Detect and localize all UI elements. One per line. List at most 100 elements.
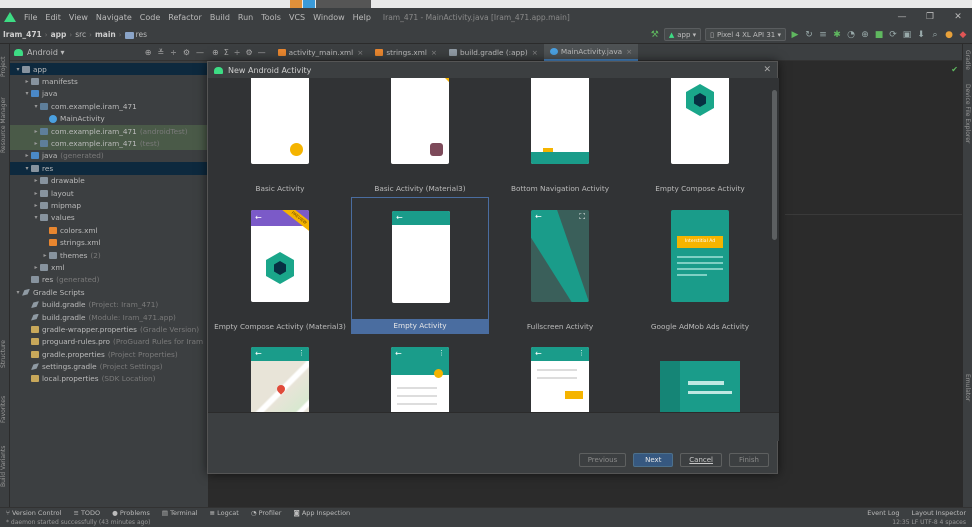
close-tab-icon[interactable]: × (357, 48, 363, 57)
chevron-down-icon[interactable]: ▾ (32, 214, 40, 221)
run-icon[interactable]: ▶ (790, 30, 800, 40)
tree-item[interactable]: proguard-rules.pro (ProGuard Rules for Ir… (10, 336, 208, 348)
tree-item[interactable]: ▾ com.example.iram_471 (10, 100, 208, 112)
tree-item[interactable]: strings.xml (10, 236, 208, 248)
menu-build[interactable]: Build (206, 13, 234, 22)
menu-code[interactable]: Code (136, 13, 164, 22)
menu-help[interactable]: Help (349, 13, 375, 22)
toolwindow-problems[interactable]: ● Problems (106, 509, 156, 517)
template-master-detail-flow[interactable]: ← ⋮ (491, 334, 629, 412)
tree-item[interactable]: ▸ xml (10, 261, 208, 273)
tree-item[interactable]: build.gradle (Module: Iram_471.app) (10, 311, 208, 323)
tool-tab-resource-manager[interactable]: Resource Manager (0, 90, 10, 160)
gallery-scrollbar[interactable] (772, 90, 777, 240)
hide-icon[interactable]: — (258, 48, 266, 57)
target-icon[interactable]: ⊕ (212, 48, 219, 57)
tree-item[interactable]: gradle.properties (Project Properties) (10, 348, 208, 360)
stop-icon[interactable]: ■ (874, 30, 884, 40)
tree-item[interactable]: settings.gradle (Project Settings) (10, 360, 208, 372)
editor-tab[interactable]: activity_main.xml × (272, 44, 370, 61)
breadcrumb-main[interactable]: main (92, 30, 119, 39)
tree-item[interactable]: ▸ mipmap (10, 199, 208, 211)
chevron-down-icon[interactable]: ▾ (32, 103, 40, 110)
tree-item[interactable]: ▾ Gradle Scripts (10, 286, 208, 298)
breadcrumb-src[interactable]: src (72, 30, 89, 39)
template-empty-compose-activity[interactable]: Empty Compose Activity (631, 78, 769, 196)
template-login-activity[interactable]: ← ⋮ (351, 334, 489, 412)
menu-navigate[interactable]: Navigate (92, 13, 136, 22)
tree-item[interactable]: gradle-wrapper.properties (Gradle Version… (10, 323, 208, 335)
expand-icon[interactable]: ÷ (170, 48, 177, 57)
breadcrumb-project[interactable]: Iram_471 (0, 30, 45, 39)
next-button[interactable]: Next (633, 453, 674, 467)
tool-tab-gradle[interactable]: Gradle (964, 50, 971, 70)
tool-tab-emulator[interactable]: Emulator (964, 374, 971, 401)
template-fullscreen-activity[interactable]: ← ⛶ Fullscreen Activity (491, 197, 629, 334)
finish-button[interactable]: Finish (729, 453, 769, 467)
chevron-right-icon[interactable]: ▸ (23, 152, 31, 159)
template-google-maps-activity[interactable]: ← ⋮ (211, 334, 349, 412)
maximize-icon[interactable]: ❐ (916, 12, 944, 22)
close-window-icon[interactable]: ✕ (944, 12, 972, 22)
tree-item[interactable]: ▾ res (10, 162, 208, 175)
close-icon[interactable]: ✕ (763, 65, 771, 75)
menu-view[interactable]: View (65, 13, 92, 22)
tree-item[interactable]: colors.xml (10, 224, 208, 236)
debug-icon[interactable]: ✱ (832, 30, 842, 40)
sync-gradle-icon[interactable]: ⟳ (888, 30, 898, 40)
tree-item[interactable]: ▸ drawable (10, 175, 208, 187)
toolwindow-version-control[interactable]: ⑂ Version Control (0, 509, 67, 517)
hide-icon[interactable]: — (196, 48, 204, 57)
tree-item[interactable]: MainActivity (10, 113, 208, 125)
tool-tab-project[interactable]: Project (0, 48, 10, 86)
chevron-down-icon[interactable]: ▾ (23, 165, 31, 172)
template-google-admob-ads-activity[interactable]: Interstitial Ad Google AdMob Ads Activity (631, 197, 769, 334)
template-basic-activity[interactable]: Basic Activity (211, 78, 349, 196)
menu-run[interactable]: Run (234, 13, 257, 22)
minimize-icon[interactable]: — (888, 12, 916, 22)
device-manager-icon[interactable]: ▣ (902, 30, 912, 40)
toolwindow-layout-inspector[interactable]: Layout Inspector (906, 509, 972, 517)
cancel-button[interactable]: Cancel (680, 453, 722, 467)
tree-item[interactable]: ▸ manifests (10, 75, 208, 87)
search-icon[interactable]: ⌕ (930, 30, 940, 40)
menu-tools[interactable]: Tools (257, 13, 285, 22)
chevron-down-icon[interactable]: ▾ (14, 289, 22, 296)
collapse-all-icon[interactable]: ≚ (157, 48, 164, 57)
toolwindow-app-inspection[interactable]: ◙ App Inspection (287, 509, 356, 517)
tree-item[interactable]: ▸ com.example.iram_471 (test) (10, 137, 208, 150)
chevron-right-icon[interactable]: ▸ (32, 140, 40, 147)
tree-item[interactable]: ▾ app (10, 63, 208, 76)
tree-item[interactable]: local.properties (SDK Location) (10, 373, 208, 385)
close-tab-icon[interactable]: × (532, 48, 538, 57)
menu-window[interactable]: Window (309, 13, 349, 22)
editor-tab[interactable]: strings.xml × (369, 44, 443, 61)
tree-item[interactable]: ▾ values (10, 212, 208, 224)
run-config-select[interactable]: ▲ app ▾ (663, 28, 702, 41)
tree-item[interactable]: build.gradle (Project: Iram_471) (10, 298, 208, 310)
editor-tab[interactable]: build.gradle (:app) × (443, 44, 544, 61)
tool-tab-structure[interactable]: Structure (0, 334, 10, 374)
menu-refactor[interactable]: Refactor (164, 13, 206, 22)
breadcrumb-app[interactable]: app (48, 30, 70, 39)
updates-icon[interactable]: ● (944, 30, 954, 40)
toolwindow-terminal[interactable]: ▤ Terminal (156, 509, 204, 517)
tool-tab-favorites[interactable]: Favorites (0, 389, 10, 429)
tool-tab-device-file-explorer[interactable]: Device File Explorer (964, 84, 971, 143)
chevron-right-icon[interactable]: ▸ (32, 190, 40, 197)
attach-debugger-icon[interactable]: ⊕ (860, 30, 870, 40)
chevron-right-icon[interactable]: ▸ (32, 202, 40, 209)
split-icon[interactable]: ÷ (234, 48, 241, 57)
previous-button[interactable]: Previous (578, 453, 627, 467)
sdk-manager-icon[interactable]: ⬇ (916, 30, 926, 40)
tree-item[interactable]: ▸ themes (2) (10, 249, 208, 261)
toolwindow-event-log[interactable]: Event Log (861, 509, 905, 517)
chevron-down-icon[interactable]: ▾ (14, 66, 22, 73)
profile-icon[interactable]: ◔ (846, 30, 856, 40)
chevron-down-icon[interactable]: ▾ (23, 90, 31, 97)
chevron-right-icon[interactable]: ▸ (23, 78, 31, 85)
template-empty-compose-activity-material3[interactable]: ← PREVIEW Empty Compose Activity (Material… (211, 197, 349, 334)
template-basic-activity-material3[interactable]: Basic Activity (Material3) (351, 78, 489, 196)
toolwindow-logcat[interactable]: ≣ Logcat (204, 509, 245, 517)
gear-icon[interactable]: ⚙ (183, 48, 190, 57)
